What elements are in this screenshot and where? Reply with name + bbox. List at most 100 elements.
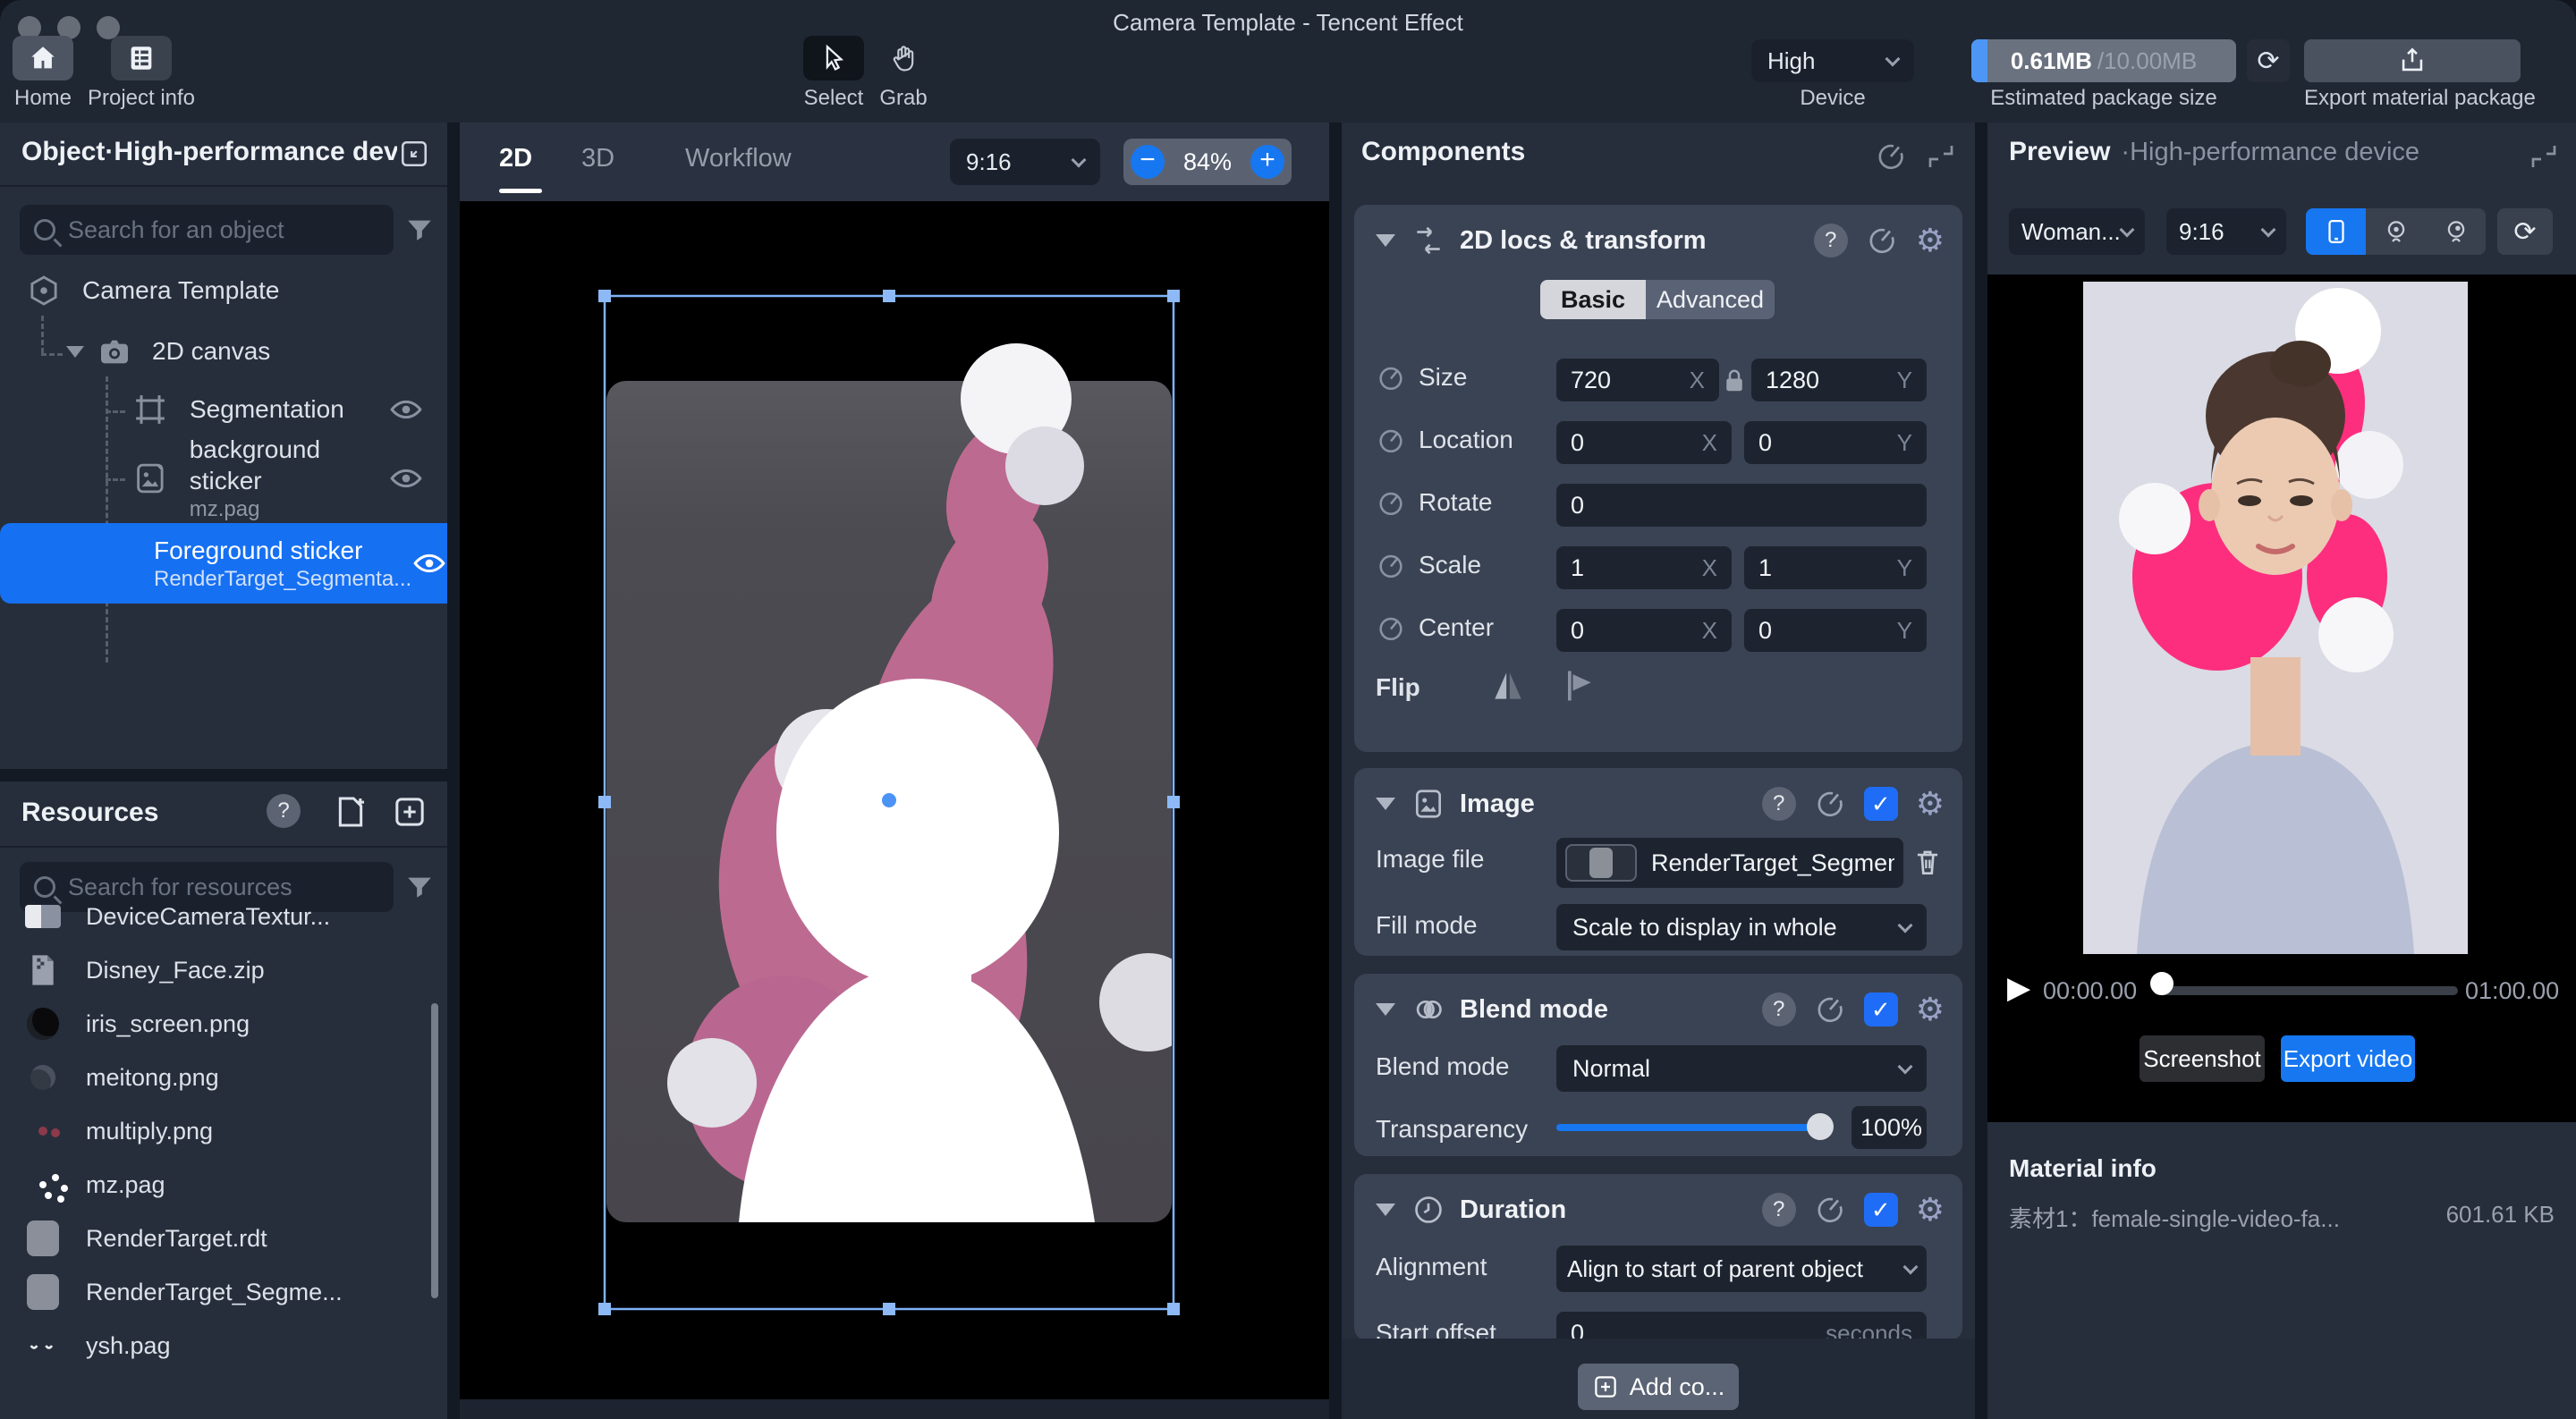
resource-item[interactable]: multiply.png [0,1105,435,1157]
help-icon[interactable]: ? [1762,1193,1796,1227]
object-search[interactable] [20,205,394,255]
gear-icon[interactable]: ⚙ [1916,992,1945,1026]
device-level-dropdown[interactable]: High [1751,39,1914,82]
resource-item[interactable]: DeviceCameraTextur... [0,891,435,942]
object-search-input[interactable] [68,216,385,244]
fill-mode-dropdown[interactable]: Scale to display in whole [1556,904,1927,950]
tree-item-camera-template[interactable]: Camera Template [0,266,447,316]
preview-aspect-dropdown[interactable]: 9:16 [2166,208,2286,255]
add-component-button[interactable]: Add co... [1578,1364,1739,1410]
resource-item[interactable]: mz.pag [0,1159,435,1211]
tab-workflow[interactable]: Workflow [685,144,792,173]
tree-item-foreground-sticker[interactable]: Foreground sticker RenderTarget_Segmenta… [0,523,447,604]
location-x-input[interactable]: 0X [1556,421,1732,464]
anchor-center-dot[interactable] [882,793,896,807]
panel-layout-icon[interactable] [2528,140,2560,173]
scale-y-input[interactable]: 1Y [1744,546,1927,589]
zoom-out-button[interactable]: − [1131,145,1165,179]
source-phone-button[interactable] [2306,208,2366,255]
keyframe-dial-icon[interactable] [1376,550,1406,580]
resource-item[interactable]: ysh.pag [0,1320,435,1372]
component-enabled-checkbox[interactable]: ✓ [1864,1193,1898,1227]
component-enabled-checkbox[interactable]: ✓ [1864,787,1898,821]
tab-3d[interactable]: 3D [581,144,614,173]
gear-icon[interactable]: ⚙ [1916,1193,1945,1227]
collapse-panel-icon[interactable] [399,139,429,173]
resource-item[interactable]: iris_screen.png [0,998,435,1050]
panel-layout-icon[interactable] [1925,140,1957,173]
gear-icon[interactable]: ⚙ [1916,787,1945,821]
image-file-picker[interactable]: RenderTarget_Segmen [1556,838,1903,888]
export-package-button[interactable] [2304,39,2521,82]
center-x-input[interactable]: 0X [1556,609,1732,652]
gear-icon[interactable]: ⚙ [1916,224,1945,258]
reset-dial-icon[interactable] [1814,993,1846,1026]
flip-vertical-icon[interactable] [1558,666,1597,705]
location-y-input[interactable]: 0Y [1744,421,1927,464]
resources-scrollbar[interactable] [431,1003,438,1298]
tree-item-background-sticker[interactable]: background sticker mz.pag [0,441,447,516]
keyframe-dial-icon[interactable] [1376,487,1406,518]
scale-x-input[interactable]: 1X [1556,546,1732,589]
help-icon[interactable]: ? [267,794,301,828]
blend-mode-dropdown[interactable]: Normal [1556,1045,1927,1092]
keyframe-dial-icon[interactable] [1376,362,1406,393]
preview-refresh-button[interactable]: ⟳ [2497,208,2553,255]
expand-arrow-icon[interactable] [66,346,84,358]
canvas-viewport[interactable] [460,201,1329,1419]
collapse-arrow-icon[interactable] [1376,1204,1395,1216]
rotate-input[interactable]: 0 [1556,484,1927,527]
canvas-artboard[interactable] [598,290,1180,1315]
flip-horizontal-icon[interactable] [1488,666,1528,705]
tree-item-2d-canvas[interactable]: 2D canvas [0,326,447,376]
size-y-input[interactable]: 1280Y [1751,359,1927,401]
trash-icon[interactable] [1911,845,1945,879]
project-info-button[interactable] [111,36,172,80]
resource-item[interactable]: Disney_Face.zip [0,944,435,996]
transparency-value-input[interactable]: 100% [1852,1106,1927,1149]
help-icon[interactable]: ? [1762,992,1796,1026]
source-webcam-front-button[interactable] [2366,208,2426,255]
keyframe-dial-icon[interactable] [1376,425,1406,455]
resource-item[interactable]: meitong.png [0,1052,435,1103]
play-button[interactable]: ▶ [2007,970,2030,1006]
filter-icon[interactable] [404,215,435,246]
visibility-eye-icon[interactable] [411,545,447,581]
zoom-in-button[interactable]: + [1250,145,1284,179]
basic-tab[interactable]: Basic [1540,280,1646,319]
canvas-aspect-dropdown[interactable]: 9:16 [950,139,1100,185]
reset-dial-icon[interactable] [1866,224,1898,257]
home-button[interactable] [13,36,73,80]
grab-tool-button[interactable] [873,36,934,80]
transparency-slider-track[interactable] [1556,1124,1825,1131]
reset-dial-icon[interactable] [1814,1194,1846,1226]
resource-item[interactable]: RenderTarget_Segme... [0,1266,435,1318]
component-enabled-checkbox[interactable]: ✓ [1864,992,1898,1026]
collapse-arrow-icon[interactable] [1376,1003,1395,1016]
import-file-icon[interactable] [333,794,369,830]
preview-model-dropdown[interactable]: Woman... [2009,208,2145,255]
add-resource-icon[interactable] [392,794,428,830]
size-x-input[interactable]: 720X [1556,359,1719,401]
reset-dial-icon[interactable] [1875,140,1907,173]
center-y-input[interactable]: 0Y [1744,609,1927,652]
alignment-dropdown[interactable]: Align to start of parent object [1556,1246,1927,1292]
tab-2d[interactable]: 2D [499,144,532,173]
help-icon[interactable]: ? [1762,787,1796,821]
refresh-package-size-button[interactable]: ⟳ [2247,39,2290,82]
source-webcam-back-button[interactable] [2426,208,2486,255]
visibility-eye-icon[interactable] [388,392,424,427]
timeline-knob[interactable] [2150,972,2174,995]
transparency-slider-knob[interactable] [1807,1113,1834,1140]
advanced-tab[interactable]: Advanced [1646,280,1775,319]
collapse-arrow-icon[interactable] [1376,234,1395,247]
visibility-eye-icon[interactable] [388,460,424,496]
lock-icon[interactable] [1721,366,1748,396]
select-tool-button[interactable] [803,36,864,80]
tree-item-segmentation[interactable]: Segmentation [0,384,447,435]
keyframe-dial-icon[interactable] [1376,612,1406,643]
export-video-button[interactable]: Export video [2281,1035,2415,1082]
start-offset-input[interactable]: 0seconds [1556,1312,1927,1340]
timeline-track[interactable] [2154,986,2458,995]
reset-dial-icon[interactable] [1814,788,1846,820]
